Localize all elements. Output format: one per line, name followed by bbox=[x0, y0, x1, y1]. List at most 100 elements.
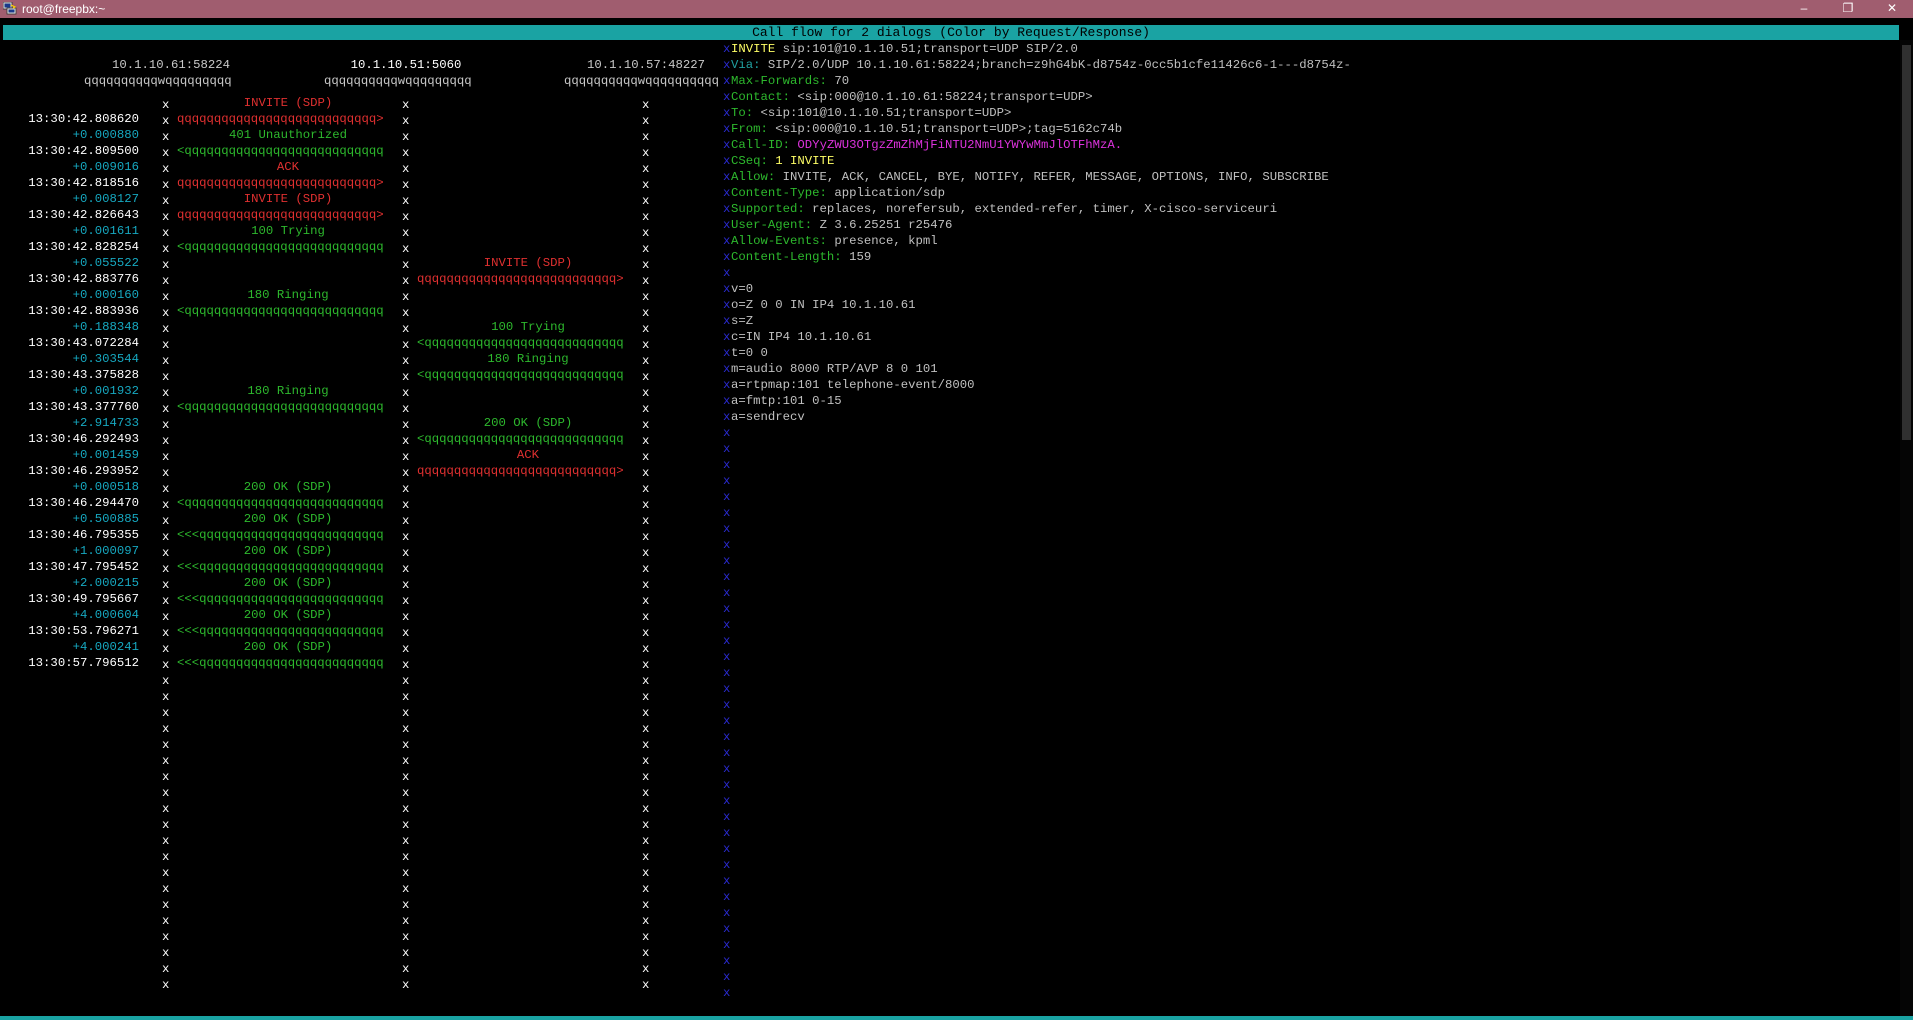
sip-header-name: Content-Length: bbox=[731, 250, 842, 264]
sip-header-line: a=rtpmap:101 telephone-event/8000 bbox=[731, 377, 975, 393]
close-button[interactable]: ✕ bbox=[1872, 0, 1912, 18]
message-timestamp: 13:30:47.795452 bbox=[28, 560, 139, 574]
detail-separator: x bbox=[723, 522, 731, 536]
sip-header-name: a=fmtp:101 0-15 bbox=[731, 394, 842, 408]
message-arrow: <qqqqqqqqqqqqqqqqqqqqqqqqqqq bbox=[417, 432, 624, 446]
detail-separator: x bbox=[723, 554, 731, 568]
lifeline-mark: x bbox=[162, 610, 170, 624]
message-timestamp: 13:30:49.795667 bbox=[28, 592, 139, 606]
sip-header-value: SIP/2.0/UDP 10.1.10.61:58224;branch=z9hG… bbox=[760, 58, 1351, 72]
message-timestamp: 13:30:53.796271 bbox=[28, 624, 139, 638]
lifeline-mark: x bbox=[642, 786, 650, 800]
message-timestamp: 13:30:42.809500 bbox=[28, 144, 139, 158]
vertical-scrollbar[interactable] bbox=[1900, 40, 1913, 1016]
detail-separator: x bbox=[723, 682, 731, 696]
lifeline-mark: x bbox=[162, 690, 170, 704]
lifeline-mark: x bbox=[642, 562, 650, 576]
message-label: INVITE (SDP) bbox=[483, 256, 573, 270]
lifeline-mark: x bbox=[642, 194, 650, 208]
sip-header-name: Via: bbox=[731, 58, 761, 72]
window-title: root@freepbx:~ bbox=[22, 2, 106, 16]
sip-header-value: 1 INVITE bbox=[767, 154, 835, 168]
sip-header-name: a=sendrecv bbox=[731, 410, 805, 424]
lifeline-mark: x bbox=[642, 274, 650, 288]
message-arrow: <qqqqqqqqqqqqqqqqqqqqqqqqqqq bbox=[177, 496, 384, 510]
lifeline-mark: x bbox=[402, 146, 410, 160]
lifeline-mark: x bbox=[162, 290, 170, 304]
lifeline-mark: x bbox=[162, 178, 170, 192]
lifeline-mark: x bbox=[642, 770, 650, 784]
sip-header-value: 70 bbox=[826, 74, 850, 88]
sip-header-name: m=audio 8000 RTP/AVP 8 0 101 bbox=[731, 362, 938, 376]
sip-header-line: a=sendrecv bbox=[731, 409, 805, 425]
lifeline-mark: x bbox=[402, 450, 410, 464]
lifeline-mark: x bbox=[402, 418, 410, 432]
message-label: 200 OK (SDP) bbox=[243, 544, 333, 558]
column-address: 10.1.10.51:5060 bbox=[350, 58, 462, 72]
detail-separator: x bbox=[723, 826, 731, 840]
lifeline-mark: x bbox=[162, 626, 170, 640]
lifeline-mark: x bbox=[642, 850, 650, 864]
lifeline-mark: x bbox=[162, 194, 170, 208]
message-timestamp: 13:30:46.795355 bbox=[28, 528, 139, 542]
message-delta: +0.000518 bbox=[72, 480, 139, 494]
lifeline-mark: x bbox=[402, 882, 410, 896]
lifeline-mark: x bbox=[402, 258, 410, 272]
sip-header-line: c=IN IP4 10.1.10.61 bbox=[731, 329, 871, 345]
lifeline-mark: x bbox=[642, 402, 650, 416]
lifeline-mark: x bbox=[162, 306, 170, 320]
lifeline-mark: x bbox=[162, 242, 170, 256]
lifeline-mark: x bbox=[642, 498, 650, 512]
lifeline-mark: x bbox=[402, 338, 410, 352]
message-timestamp: 13:30:57.796512 bbox=[28, 656, 139, 670]
message-label: 200 OK (SDP) bbox=[243, 576, 333, 590]
lifeline-mark: x bbox=[162, 642, 170, 656]
detail-separator: x bbox=[723, 650, 731, 664]
lifeline-mark: x bbox=[162, 274, 170, 288]
lifeline-mark: x bbox=[402, 530, 410, 544]
lifeline-mark: x bbox=[402, 210, 410, 224]
message-delta: +0.000880 bbox=[72, 128, 139, 142]
message-timestamp: 13:30:42.828254 bbox=[28, 240, 139, 254]
detail-separator: x bbox=[723, 170, 731, 184]
sip-header-name: o=Z 0 0 IN IP4 10.1.10.61 bbox=[731, 298, 916, 312]
lifeline-mark: x bbox=[402, 754, 410, 768]
lifeline-mark: x bbox=[402, 930, 410, 944]
lifeline-mark: x bbox=[402, 706, 410, 720]
detail-separator: x bbox=[723, 794, 731, 808]
lifeline-mark: x bbox=[642, 866, 650, 880]
lifeline-mark: x bbox=[642, 546, 650, 560]
message-label: ACK bbox=[516, 448, 540, 462]
lifeline-mark: x bbox=[402, 354, 410, 368]
scrollbar-thumb[interactable] bbox=[1902, 45, 1911, 440]
detail-separator: x bbox=[723, 858, 731, 872]
sip-header-name: Supported: bbox=[731, 202, 805, 216]
sip-header-line: User-Agent: Z 3.6.25251 r25476 bbox=[731, 217, 952, 233]
sip-header-value: INVITE, ACK, CANCEL, BYE, NOTIFY, REFER,… bbox=[775, 170, 1329, 184]
message-timestamp: 13:30:42.883776 bbox=[28, 272, 139, 286]
message-label: 401 Unauthorized bbox=[228, 128, 348, 142]
detail-separator: x bbox=[723, 938, 731, 952]
maximize-button[interactable]: ❐ bbox=[1828, 0, 1868, 18]
lifeline-mark: x bbox=[162, 514, 170, 528]
message-label: 100 Trying bbox=[251, 224, 325, 238]
putty-icon bbox=[3, 2, 17, 15]
lifeline-mark: x bbox=[642, 722, 650, 736]
sip-header-value: replaces, norefersub, extended-refer, ti… bbox=[804, 202, 1278, 216]
detail-separator: x bbox=[723, 970, 731, 984]
lifeline-mark: x bbox=[642, 626, 650, 640]
lifeline-mark: x bbox=[162, 866, 170, 880]
detail-separator: x bbox=[723, 986, 731, 1000]
lifeline-mark: x bbox=[162, 930, 170, 944]
lifeline-mark: x bbox=[642, 242, 650, 256]
sip-header-value: presence, kpml bbox=[826, 234, 938, 248]
lifeline-mark: x bbox=[402, 866, 410, 880]
message-label: 180 Ringing bbox=[247, 384, 329, 398]
lifeline-mark: x bbox=[402, 498, 410, 512]
minimize-button[interactable]: – bbox=[1784, 0, 1824, 18]
lifeline-mark: x bbox=[162, 482, 170, 496]
lifeline-mark: x bbox=[642, 370, 650, 384]
lifeline-mark: x bbox=[642, 578, 650, 592]
lifeline-mark: x bbox=[402, 834, 410, 848]
lifeline-mark: x bbox=[162, 834, 170, 848]
